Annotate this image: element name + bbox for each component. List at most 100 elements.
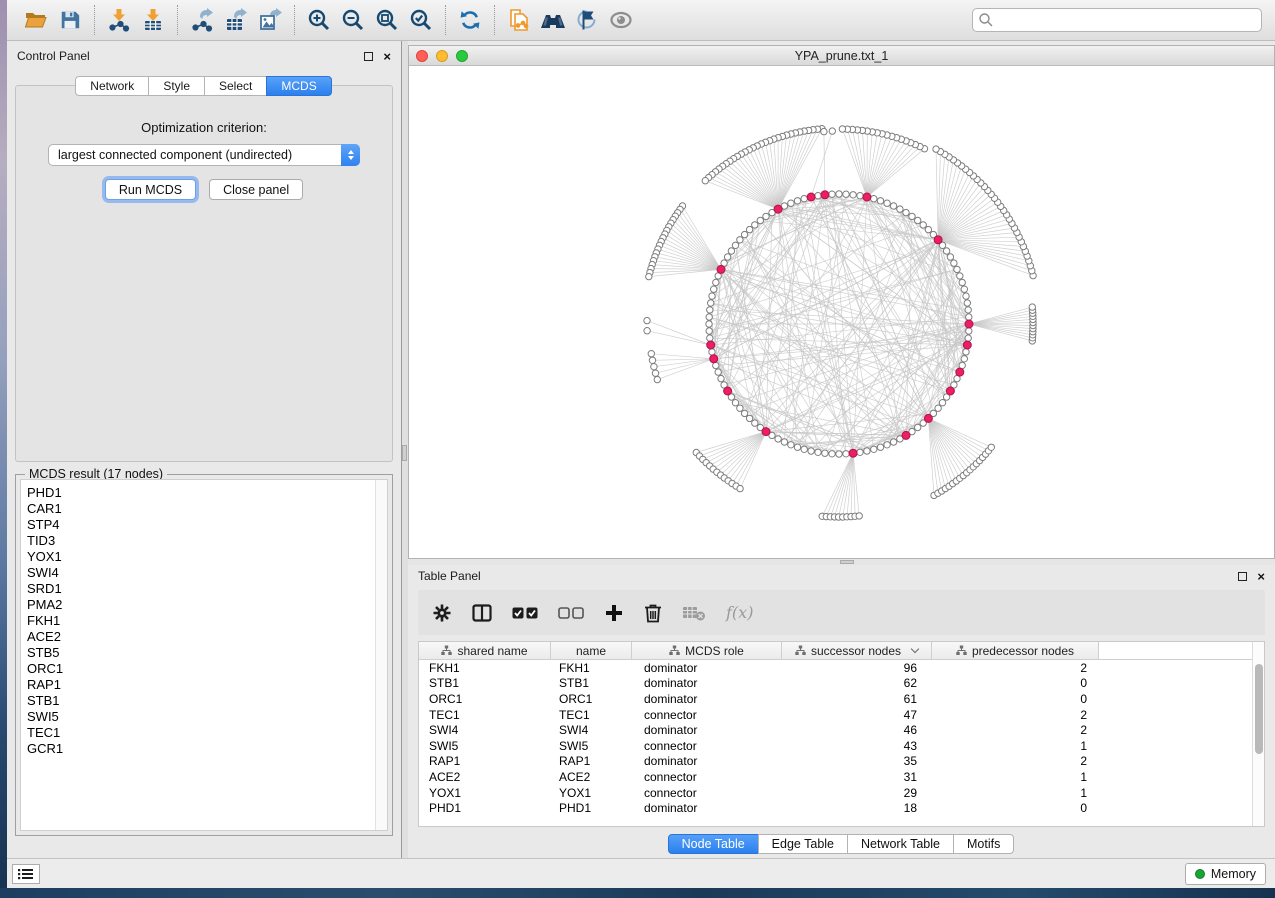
bottom-tab-motifs[interactable]: Motifs xyxy=(953,834,1014,854)
table-cell[interactable]: 2 xyxy=(932,660,1099,676)
table-cell[interactable]: RAP1 xyxy=(419,754,551,770)
mcds-result-item[interactable]: ORC1 xyxy=(27,661,387,677)
mcds-result-item[interactable]: ACE2 xyxy=(27,629,387,645)
criterion-select[interactable]: largest connected component (undirected) xyxy=(48,144,360,166)
function-builder-icon[interactable]: f(x) xyxy=(726,603,753,622)
run-mcds-button[interactable]: Run MCDS xyxy=(105,179,196,200)
mcds-result-item[interactable]: STP4 xyxy=(27,517,387,533)
result-list-scrollbar[interactable] xyxy=(375,480,387,830)
mcds-result-item[interactable]: TID3 xyxy=(27,533,387,549)
table-row[interactable]: SWI5SWI5connector431 xyxy=(419,738,1264,754)
table-cell[interactable]: 31 xyxy=(782,769,932,785)
export-image-icon[interactable] xyxy=(253,4,287,36)
table-cell[interactable]: SWI4 xyxy=(551,722,632,738)
export-table-icon[interactable] xyxy=(219,4,253,36)
table-cell[interactable]: 61 xyxy=(782,691,932,707)
column-header-name[interactable]: name xyxy=(551,642,632,660)
table-row[interactable]: TEC1TEC1connector472 xyxy=(419,707,1264,723)
gear-icon[interactable] xyxy=(432,603,452,623)
table-cell[interactable]: 1 xyxy=(932,769,1099,785)
mcds-result-item[interactable]: YOX1 xyxy=(27,549,387,565)
split-columns-icon[interactable] xyxy=(472,603,492,623)
table-scrollbar[interactable] xyxy=(1252,642,1264,826)
column-header-shared-name[interactable]: shared name xyxy=(419,642,551,660)
table-cell[interactable]: 0 xyxy=(932,800,1099,816)
flag-toggle-icon[interactable] xyxy=(570,4,604,36)
mcds-result-item[interactable]: SWI5 xyxy=(27,709,387,725)
import-table-icon[interactable] xyxy=(136,4,170,36)
table-row[interactable]: STB1STB1dominator620 xyxy=(419,676,1264,692)
mcds-result-item[interactable]: TEC1 xyxy=(27,725,387,741)
save-session-icon[interactable] xyxy=(53,4,87,36)
table-cell[interactable]: dominator xyxy=(632,800,782,816)
bottom-tab-network-table[interactable]: Network Table xyxy=(847,834,954,854)
table-cell[interactable]: ORC1 xyxy=(419,691,551,707)
table-cell[interactable]: STB1 xyxy=(419,676,551,692)
eye-icon[interactable] xyxy=(604,4,638,36)
table-cell[interactable]: STB1 xyxy=(551,676,632,692)
memory-button[interactable]: Memory xyxy=(1185,863,1266,885)
table-cell[interactable]: 35 xyxy=(782,754,932,770)
table-cell[interactable]: YOX1 xyxy=(551,785,632,801)
table-cell[interactable]: ACE2 xyxy=(419,769,551,785)
table-cell[interactable]: connector xyxy=(632,785,782,801)
table-cell[interactable]: 1 xyxy=(932,738,1099,754)
table-cell[interactable]: ACE2 xyxy=(551,769,632,785)
float-panel-icon[interactable] xyxy=(364,52,373,61)
table-cell[interactable]: 62 xyxy=(782,676,932,692)
table-cell[interactable]: dominator xyxy=(632,676,782,692)
search-input[interactable] xyxy=(972,8,1262,32)
zoom-selected-icon[interactable] xyxy=(404,4,438,36)
zoom-fit-icon[interactable] xyxy=(370,4,404,36)
open-file-icon[interactable] xyxy=(19,4,53,36)
mcds-result-item[interactable]: PMA2 xyxy=(27,597,387,613)
network-canvas[interactable] xyxy=(409,66,1274,558)
table-cell[interactable]: TEC1 xyxy=(419,707,551,723)
tab-network[interactable]: Network xyxy=(75,76,149,96)
table-scrollbar-thumb[interactable] xyxy=(1255,664,1263,754)
zoom-in-icon[interactable] xyxy=(302,4,336,36)
task-history-button[interactable] xyxy=(12,864,40,884)
table-cell[interactable]: dominator xyxy=(632,754,782,770)
close-table-panel-icon[interactable]: × xyxy=(1257,572,1265,581)
mcds-result-item[interactable]: STB5 xyxy=(27,645,387,661)
float-table-panel-icon[interactable] xyxy=(1238,572,1247,581)
table-cell[interactable]: RAP1 xyxy=(551,754,632,770)
mcds-result-item[interactable]: RAP1 xyxy=(27,677,387,693)
close-panel-icon[interactable]: × xyxy=(383,52,391,61)
table-cell[interactable]: SWI5 xyxy=(419,738,551,754)
table-cell[interactable]: 46 xyxy=(782,722,932,738)
table-cell[interactable]: 43 xyxy=(782,738,932,754)
tab-mcds[interactable]: MCDS xyxy=(266,76,331,96)
column-header-successor-nodes[interactable]: successor nodes xyxy=(782,642,932,660)
table-cell[interactable]: connector xyxy=(632,738,782,754)
column-header-predecessor-nodes[interactable]: predecessor nodes xyxy=(932,642,1099,660)
clear-checkboxes-icon[interactable] xyxy=(558,606,584,620)
table-cell[interactable]: 47 xyxy=(782,707,932,723)
table-cell[interactable]: dominator xyxy=(632,660,782,676)
table-row[interactable]: YOX1YOX1connector291 xyxy=(419,785,1264,801)
export-network-icon[interactable] xyxy=(185,4,219,36)
table-cell[interactable]: SWI5 xyxy=(551,738,632,754)
table-row[interactable]: PHD1PHD1dominator180 xyxy=(419,800,1264,816)
table-cell[interactable]: ORC1 xyxy=(551,691,632,707)
table-cell[interactable]: 1 xyxy=(932,785,1099,801)
import-network-icon[interactable] xyxy=(102,4,136,36)
table-cell[interactable]: 2 xyxy=(932,707,1099,723)
table-cell[interactable]: FKH1 xyxy=(419,660,551,676)
table-cell[interactable]: PHD1 xyxy=(419,800,551,816)
bottom-tab-edge-table[interactable]: Edge Table xyxy=(758,834,848,854)
binoculars-icon[interactable] xyxy=(536,4,570,36)
refresh-layout-icon[interactable] xyxy=(453,4,487,36)
mcds-result-item[interactable]: CAR1 xyxy=(27,501,387,517)
tab-style[interactable]: Style xyxy=(148,76,205,96)
table-row[interactable]: ACE2ACE2connector311 xyxy=(419,769,1264,785)
table-cell[interactable]: 96 xyxy=(782,660,932,676)
table-row[interactable]: RAP1RAP1dominator352 xyxy=(419,754,1264,770)
table-row[interactable]: ORC1ORC1dominator610 xyxy=(419,691,1264,707)
delete-table-icon[interactable] xyxy=(682,604,706,622)
mcds-result-item[interactable]: GCR1 xyxy=(27,741,387,757)
network-document-icon[interactable] xyxy=(502,4,536,36)
vertical-splitter[interactable] xyxy=(401,41,408,858)
table-row[interactable]: SWI4SWI4dominator462 xyxy=(419,722,1264,738)
